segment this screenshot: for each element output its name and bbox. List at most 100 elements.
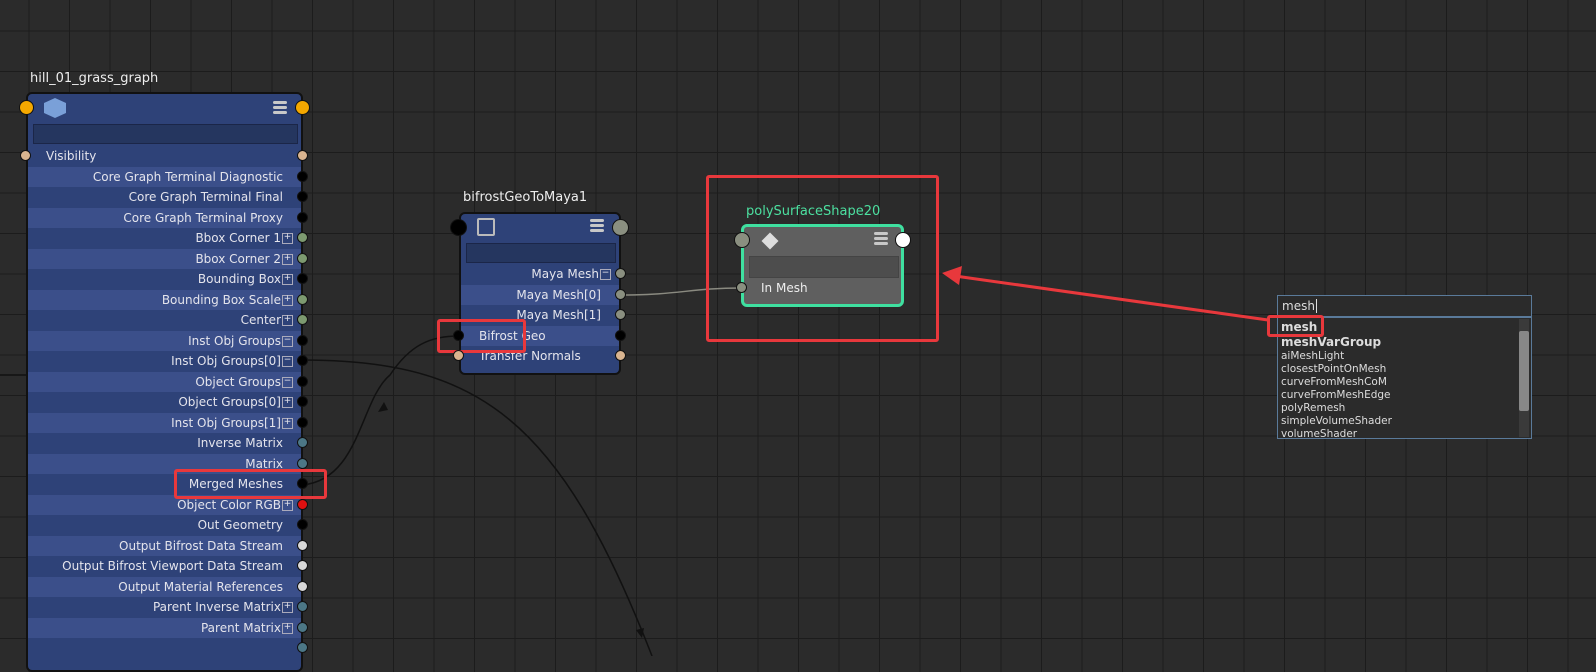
expand-toggle-icon[interactable]: + — [282, 397, 293, 408]
output-port[interactable] — [297, 314, 308, 325]
output-port[interactable] — [297, 252, 308, 264]
output-port[interactable] — [297, 416, 308, 428]
output-port[interactable] — [297, 211, 308, 223]
output-port[interactable] — [297, 580, 308, 592]
expand-toggle-icon[interactable]: + — [282, 294, 293, 306]
expand-toggle-icon[interactable]: − — [282, 335, 293, 347]
port-row[interactable]: Object Groups − — [28, 371, 301, 392]
node-filter-field[interactable] — [33, 124, 298, 144]
port-row[interactable]: Bounding Box + — [28, 269, 301, 290]
port-row[interactable]: Visibility — [28, 146, 301, 167]
expand-toggle-icon[interactable]: + — [282, 253, 293, 265]
output-port[interactable] — [297, 396, 308, 407]
bifrost-node-title: bifrostGeoToMaya1 — [463, 190, 588, 205]
port-row[interactable]: Inst Obj Groups[0] − — [28, 351, 301, 372]
graph-node[interactable]: Visibility Core Graph Terminal Diagnostic… — [26, 92, 303, 672]
expand-toggle-icon[interactable]: + — [282, 274, 293, 285]
expand-toggle-icon[interactable]: − — [600, 269, 611, 280]
search-result-item[interactable]: meshVarGroup — [1281, 335, 1528, 350]
port-row[interactable]: Center + — [28, 310, 301, 331]
port-row[interactable]: Bbox Corner 2 + — [28, 248, 301, 269]
input-port[interactable] — [453, 329, 464, 341]
port-row[interactable]: Maya Mesh − — [461, 264, 619, 285]
port-row[interactable]: Inverse Matrix — [28, 433, 301, 454]
output-port[interactable] — [297, 273, 308, 284]
port-row[interactable]: Out Geometry — [28, 515, 301, 536]
port-row[interactable]: Core Graph Terminal Diagnostic — [28, 166, 301, 187]
port-row[interactable]: Output Material References — [28, 576, 301, 597]
port-row[interactable]: Output Bifrost Viewport Data Stream — [28, 556, 301, 577]
search-result-item[interactable]: curveFromMeshEdge — [1281, 389, 1528, 402]
port-label: Center — [240, 313, 281, 327]
expand-toggle-icon[interactable]: + — [282, 499, 293, 511]
port-label: Maya Mesh — [531, 267, 599, 281]
port-row[interactable]: Core Graph Terminal Final — [28, 187, 301, 208]
output-port[interactable] — [297, 457, 308, 469]
graph-output-port[interactable] — [295, 100, 310, 115]
port-label: Bbox Corner 1 — [195, 231, 281, 245]
output-port[interactable] — [615, 288, 626, 300]
port-row[interactable]: Bbox Corner 1 + — [28, 228, 301, 249]
bifrost-output-port[interactable] — [612, 219, 629, 236]
search-result-item[interactable]: closestPointOnMesh — [1281, 363, 1528, 376]
node-search-input[interactable]: mesh — [1277, 295, 1532, 317]
port-row[interactable]: Core Graph Terminal Proxy — [28, 207, 301, 228]
output-port[interactable] — [297, 170, 308, 182]
node-filter-field[interactable] — [466, 243, 616, 263]
port-row[interactable]: Parent Matrix + — [28, 617, 301, 638]
search-result-item[interactable]: polyRemesh — [1281, 402, 1528, 415]
output-port[interactable] — [297, 621, 308, 633]
output-port[interactable] — [297, 519, 308, 530]
input-port[interactable] — [453, 350, 464, 361]
port-row[interactable]: Parent Inverse Matrix + — [28, 597, 301, 618]
output-port[interactable] — [297, 375, 308, 387]
output-port[interactable] — [297, 560, 308, 571]
output-port[interactable] — [297, 150, 308, 161]
port-row[interactable]: Inst Obj Groups − — [28, 330, 301, 351]
output-port[interactable] — [615, 309, 626, 320]
expand-toggle-icon[interactable]: + — [282, 417, 293, 429]
output-port[interactable] — [297, 191, 308, 202]
output-port[interactable] — [297, 355, 308, 366]
menu-icon[interactable] — [273, 101, 287, 116]
output-port[interactable] — [297, 642, 308, 653]
output-port[interactable] — [297, 539, 308, 551]
port-row[interactable] — [28, 638, 301, 659]
output-port[interactable] — [297, 334, 308, 346]
annotation-arrowhead-icon — [942, 266, 962, 285]
output-port[interactable] — [297, 437, 308, 448]
port-row[interactable]: Bounding Box Scale + — [28, 289, 301, 310]
output-port[interactable] — [615, 268, 626, 279]
output-port[interactable] — [297, 478, 308, 489]
port-label: Maya Mesh[1] — [516, 308, 601, 322]
search-result-item[interactable]: simpleVolumeShader — [1281, 415, 1528, 428]
search-result-item[interactable]: curveFromMeshCoM — [1281, 376, 1528, 389]
output-port[interactable] — [297, 498, 308, 510]
port-label: Core Graph Terminal Proxy — [123, 210, 283, 225]
annotation-arrow — [954, 274, 1269, 322]
search-result-item[interactable]: volumeShader — [1281, 428, 1528, 438]
search-result-item[interactable]: aiMeshLight — [1281, 350, 1528, 363]
expand-toggle-icon[interactable]: − — [282, 356, 293, 367]
expand-toggle-icon[interactable]: + — [282, 602, 293, 613]
input-port[interactable] — [20, 150, 31, 161]
expand-toggle-icon[interactable]: + — [282, 315, 293, 326]
bifrost-input-port[interactable] — [450, 219, 467, 236]
expand-toggle-icon[interactable]: + — [282, 233, 293, 244]
port-label: Parent Inverse Matrix — [152, 600, 281, 614]
menu-icon[interactable] — [590, 219, 604, 234]
output-port[interactable] — [297, 293, 308, 305]
results-scrollbar[interactable] — [1519, 319, 1529, 437]
output-port[interactable] — [297, 601, 308, 612]
port-row[interactable]: Output Bifrost Data Stream — [28, 535, 301, 556]
port-row[interactable]: Inst Obj Groups[1] + — [28, 412, 301, 433]
expand-toggle-icon[interactable]: − — [282, 376, 293, 388]
output-port[interactable] — [297, 232, 308, 243]
output-port[interactable] — [615, 329, 626, 341]
output-port[interactable] — [615, 350, 626, 361]
graph-input-port[interactable] — [19, 100, 34, 115]
port-row[interactable]: Maya Mesh[0] — [461, 284, 619, 305]
port-label: Inst Obj Groups[1] — [171, 415, 281, 430]
port-row[interactable]: Object Groups[0] + — [28, 392, 301, 413]
expand-toggle-icon[interactable]: + — [282, 622, 293, 634]
